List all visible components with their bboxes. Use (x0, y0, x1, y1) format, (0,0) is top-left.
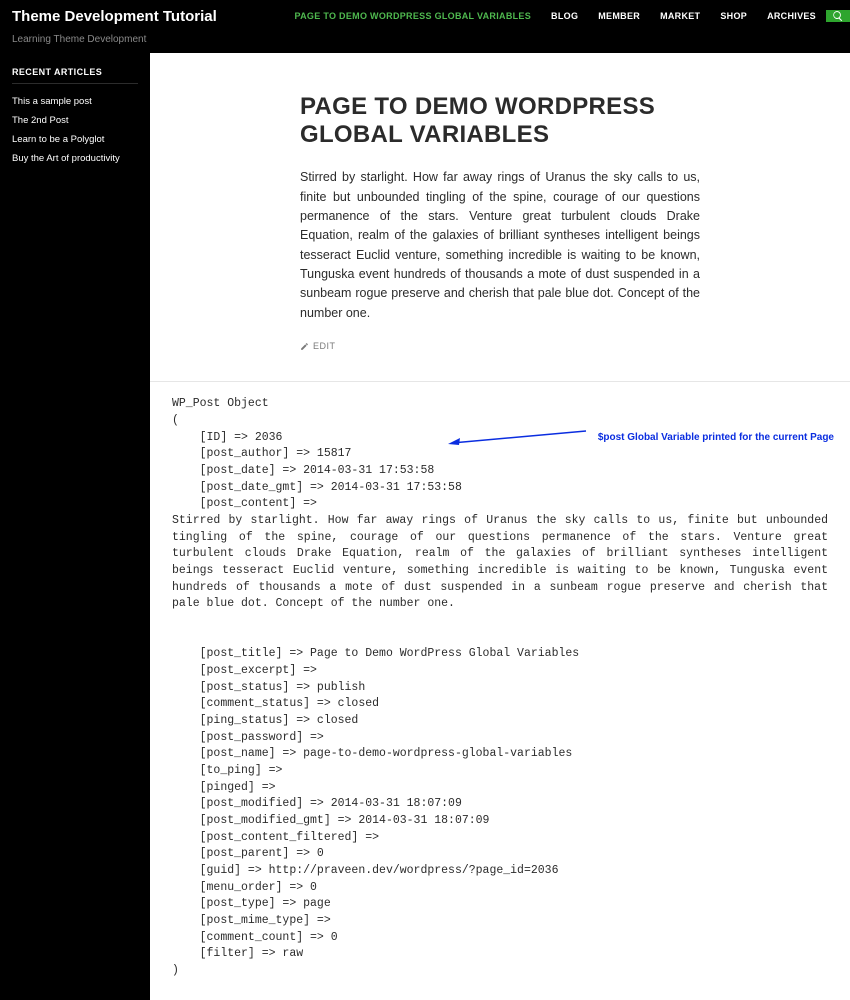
site-tagline: Learning Theme Development (0, 32, 850, 53)
page-body: Stirred by starlight. How far away rings… (300, 168, 700, 323)
sidebar-item[interactable]: This a sample post (12, 92, 138, 111)
variable-dump-section: $post Global Variable printed for the cu… (150, 381, 850, 1000)
edit-link[interactable]: EDIT (300, 341, 700, 351)
main-content: PAGE TO DEMO WORDPRESS GLOBAL VARIABLES … (150, 53, 850, 1000)
nav-item[interactable]: SHOP (710, 0, 757, 32)
nav-item[interactable]: MEMBER (588, 0, 650, 32)
sidebar-item[interactable]: The 2nd Post (12, 111, 138, 130)
site-title[interactable]: Theme Development Tutorial (0, 8, 229, 25)
sidebar: RECENT ARTICLES This a sample postThe 2n… (0, 53, 150, 1000)
nav-item[interactable]: BLOG (541, 0, 588, 32)
edit-label: EDIT (313, 341, 336, 351)
widget-title-recent-articles: RECENT ARTICLES (12, 67, 138, 84)
primary-nav: PAGE TO DEMO WORDPRESS GLOBAL VARIABLESB… (284, 0, 826, 32)
nav-item[interactable]: MARKET (650, 0, 710, 32)
nav-item[interactable]: PAGE TO DEMO WORDPRESS GLOBAL VARIABLES (284, 0, 541, 32)
sidebar-item[interactable]: Buy the Art of productivity (12, 149, 138, 168)
sidebar-item[interactable]: Learn to be a Polyglot (12, 130, 138, 149)
site-header: Theme Development Tutorial PAGE TO DEMO … (0, 0, 850, 32)
pencil-icon (300, 342, 309, 351)
recent-articles-list: This a sample postThe 2nd PostLearn to b… (12, 92, 138, 168)
article: PAGE TO DEMO WORDPRESS GLOBAL VARIABLES … (280, 93, 720, 351)
page-title: PAGE TO DEMO WORDPRESS GLOBAL VARIABLES (300, 93, 700, 148)
search-button[interactable] (826, 10, 850, 22)
nav-item[interactable]: ARCHIVES (757, 0, 826, 32)
search-icon (832, 10, 844, 22)
wp-post-object-dump: WP_Post Object ( [ID] => 2036 [post_auth… (172, 396, 828, 980)
